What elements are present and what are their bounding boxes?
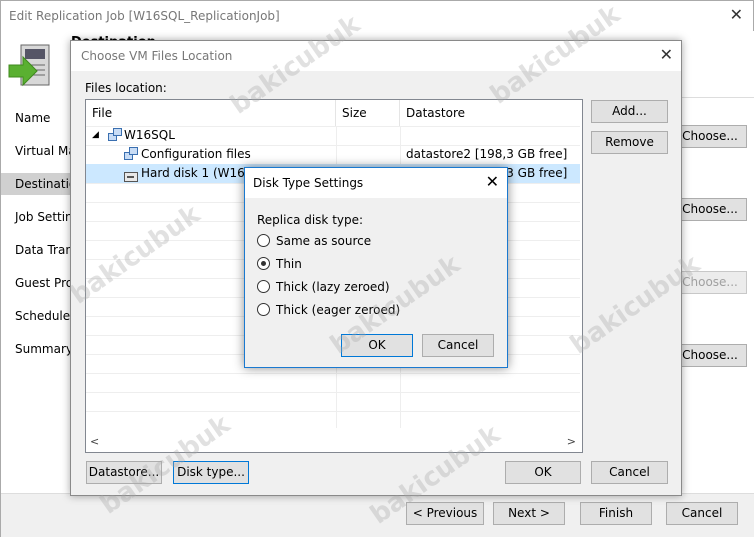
finish-button[interactable]: Finish: [580, 502, 652, 525]
radio-button[interactable]: [257, 257, 270, 270]
nav-item-schedule[interactable]: Schedule: [1, 305, 81, 327]
column-header-datastore[interactable]: Datastore: [400, 100, 580, 126]
nav-item-guest-processing[interactable]: Guest Proc: [1, 272, 81, 294]
ok-button[interactable]: OK: [341, 334, 413, 357]
radio-label: Same as source: [276, 234, 372, 248]
radio-label: Thin: [276, 257, 302, 271]
hard-disk-icon: [124, 168, 138, 187]
nav-item-name[interactable]: Name: [1, 107, 81, 129]
next-button[interactable]: Next >: [493, 502, 565, 525]
add-button[interactable]: Add...: [591, 100, 668, 123]
radio-button[interactable]: [257, 234, 270, 247]
previous-button[interactable]: < Previous: [406, 502, 484, 525]
replica-disk-type-label: Replica disk type:: [257, 213, 364, 227]
list-item-configuration-files[interactable]: Configuration files datastore2 [198,3 GB…: [86, 145, 580, 164]
row-divider: [86, 411, 580, 412]
row-divider: [86, 373, 580, 374]
radio-label: Thick (eager zeroed): [276, 303, 401, 317]
wizard-header-icon: [8, 44, 50, 87]
dialog-title: Choose VM Files Location: [81, 49, 233, 63]
ok-button[interactable]: OK: [505, 461, 581, 484]
choose-host-button[interactable]: Choose...: [673, 125, 747, 148]
horizontal-scrollbar[interactable]: < >: [86, 434, 582, 452]
row-datastore: datastore2 [198,3 GB free]: [406, 147, 568, 161]
dialog-close-icon[interactable]: ✕: [486, 172, 499, 191]
nav-item-job-settings[interactable]: Job Setting: [1, 206, 81, 228]
cancel-button[interactable]: Cancel: [422, 334, 494, 357]
vm-icon: [108, 126, 122, 145]
datastore-button[interactable]: Datastore...: [86, 461, 162, 484]
expand-triangle-icon[interactable]: ◢: [92, 126, 99, 145]
nav-item-data-transfer[interactable]: Data Transf: [1, 239, 81, 261]
row-divider: [86, 392, 580, 393]
nav-item-virtual-machines[interactable]: Virtual Mac: [1, 140, 81, 162]
list-item-vm[interactable]: ◢ W16SQL: [86, 126, 580, 145]
disk-type-button[interactable]: Disk type...: [173, 461, 249, 484]
nav-item-summary[interactable]: Summary: [1, 338, 81, 360]
dialog-title: Disk Type Settings: [253, 176, 364, 190]
cancel-button[interactable]: Cancel: [666, 502, 738, 525]
choose-resource-pool-button[interactable]: Choose...: [673, 198, 747, 221]
dialog-close-icon[interactable]: ✕: [660, 45, 673, 64]
row-file: W16SQL: [124, 128, 175, 142]
remove-button[interactable]: Remove: [591, 131, 668, 154]
files-location-label: Files location:: [85, 81, 167, 95]
disk-type-settings-dialog: Disk Type Settings ✕ Replica disk type: …: [244, 167, 508, 368]
window-title: Edit Replication Job [W16SQL_Replication…: [9, 9, 280, 23]
scroll-right-icon[interactable]: >: [567, 435, 576, 448]
wizard-nav: Name Virtual Mac Destination Job Setting…: [1, 97, 81, 493]
choose-datastore-button[interactable]: Choose...: [673, 344, 747, 367]
column-header-size[interactable]: Size: [336, 100, 400, 126]
row-file: Configuration files: [141, 147, 251, 161]
nav-item-destination[interactable]: Destination: [1, 173, 81, 195]
column-header-file[interactable]: File: [86, 100, 336, 126]
radio-label: Thick (lazy zeroed): [276, 280, 390, 294]
configuration-files-icon: [124, 145, 138, 164]
scroll-left-icon[interactable]: <: [90, 435, 99, 448]
radio-button[interactable]: [257, 303, 270, 316]
cancel-button[interactable]: Cancel: [591, 461, 668, 484]
radio-button[interactable]: [257, 280, 270, 293]
choose-folder-button: Choose...: [673, 271, 747, 294]
window-close-icon[interactable]: ✕: [730, 5, 743, 24]
